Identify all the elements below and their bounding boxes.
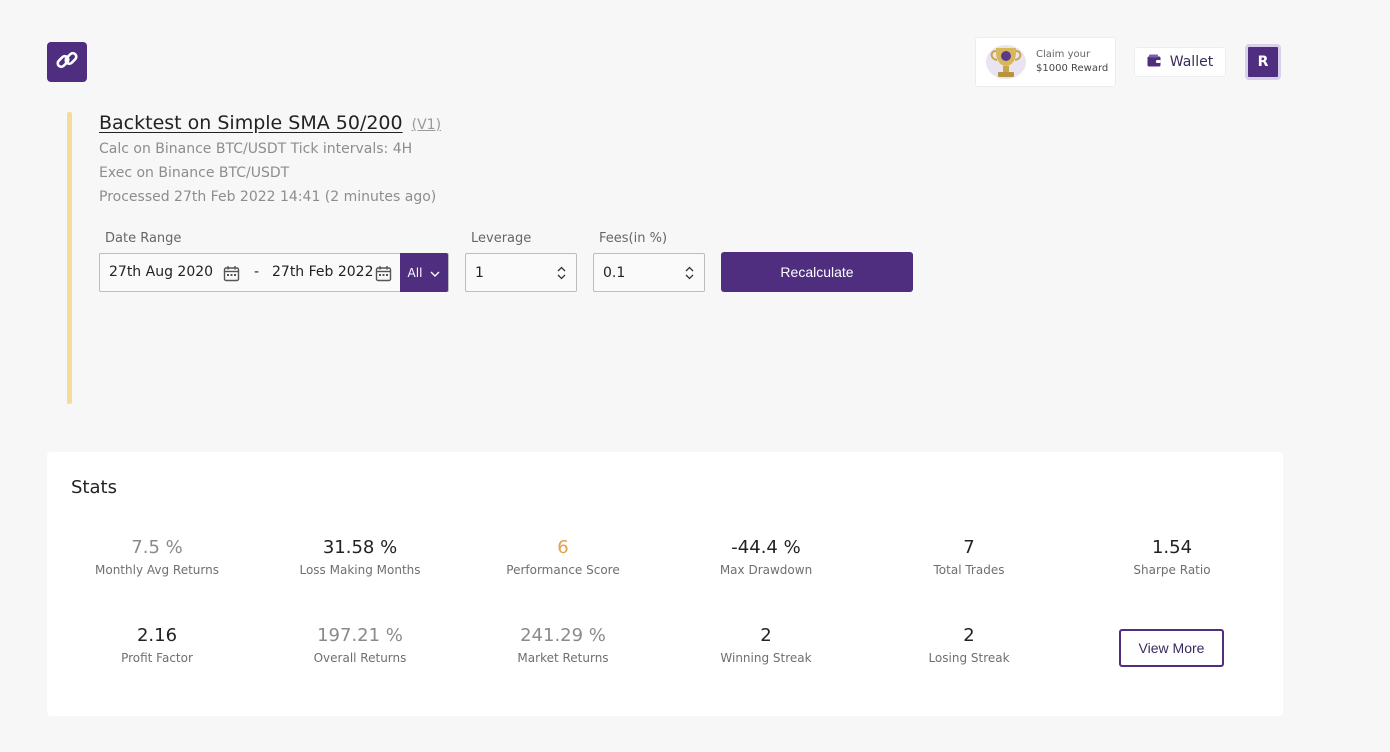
- exec-info: Exec on Binance BTC/USDT: [99, 165, 290, 181]
- stat-loss-making-months: 31.58 % Loss Making Months: [260, 537, 460, 577]
- stat-value: 7.5 %: [131, 537, 183, 558]
- stat-label: Losing Streak: [928, 651, 1010, 665]
- spin-up-icon[interactable]: [557, 266, 566, 272]
- view-more-button[interactable]: View More: [1119, 629, 1224, 667]
- claim-reward-banner[interactable]: Claim your $1000 Reward: [975, 37, 1116, 87]
- fees-value: 0.1: [603, 264, 626, 281]
- stat-label: Monthly Avg Returns: [95, 563, 219, 577]
- stat-monthly-avg-returns: 7.5 % Monthly Avg Returns: [57, 537, 257, 577]
- calc-info: Calc on Binance BTC/USDT Tick intervals:…: [99, 141, 413, 157]
- calendar-icon[interactable]: [223, 265, 240, 282]
- spin-down-icon[interactable]: [557, 274, 566, 280]
- stat-overall-returns: 197.21 % Overall Returns: [260, 625, 460, 665]
- stat-value: 2: [760, 625, 772, 646]
- stat-label: Loss Making Months: [299, 563, 421, 577]
- end-date-input[interactable]: 27th Feb 2022: [272, 264, 374, 280]
- backtest-title-link[interactable]: Backtest on Simple SMA 50/200: [99, 112, 403, 134]
- recalculate-button[interactable]: Recalculate: [721, 252, 913, 292]
- stat-market-returns: 241.29 % Market Returns: [463, 625, 663, 665]
- stat-label: Sharpe Ratio: [1133, 563, 1211, 577]
- range-preset-select[interactable]: All: [400, 253, 448, 292]
- leverage-value: 1: [475, 264, 484, 281]
- fees-label: Fees(in %): [599, 231, 668, 246]
- user-avatar[interactable]: R: [1245, 44, 1281, 80]
- page: Claim your $1000 Reward Wallet R Backtes…: [0, 0, 1390, 752]
- stat-label: Overall Returns: [313, 651, 407, 665]
- stat-label: Profit Factor: [121, 651, 193, 665]
- processed-info: Processed 27th Feb 2022 14:41 (2 minutes…: [99, 189, 437, 205]
- leverage-label: Leverage: [471, 231, 532, 246]
- fees-input[interactable]: 0.1: [593, 253, 705, 292]
- version-link[interactable]: (V1): [412, 117, 441, 133]
- stat-value: -44.4 %: [731, 537, 801, 558]
- stat-value: 2: [963, 625, 975, 646]
- start-date-input[interactable]: 27th Aug 2020: [109, 264, 213, 280]
- date-range-picker: 27th Aug 2020 - 27th Feb 2022 All: [99, 253, 449, 292]
- spin-up-icon[interactable]: [685, 266, 694, 272]
- wallet-icon: [1147, 54, 1161, 71]
- stat-sharpe-ratio: 1.54 Sharpe Ratio: [1072, 537, 1272, 577]
- stats-card: Stats 7.5 % Monthly Avg Returns 31.58 % …: [47, 452, 1283, 716]
- stat-profit-factor: 2.16 Profit Factor: [57, 625, 257, 665]
- calendar-icon[interactable]: [375, 265, 392, 282]
- wallet-button[interactable]: Wallet: [1134, 47, 1226, 77]
- chain-link-icon: [54, 47, 80, 77]
- stat-label: Market Returns: [517, 651, 609, 665]
- stat-value: 31.58 %: [322, 537, 398, 558]
- trophy-icon: [984, 42, 1028, 82]
- stat-winning-streak: 2 Winning Streak: [666, 625, 866, 665]
- stat-value: 2.16: [136, 625, 178, 646]
- number-spinner[interactable]: [685, 266, 694, 280]
- stat-label: Max Drawdown: [719, 563, 813, 577]
- stat-value: 7: [963, 537, 975, 558]
- range-preset-value: All: [407, 265, 423, 280]
- date-separator: -: [254, 264, 260, 280]
- stats-title: Stats: [71, 477, 117, 498]
- stat-performance-score: 6 Performance Score: [463, 537, 663, 577]
- app-logo[interactable]: [47, 42, 87, 82]
- stat-label: Total Trades: [933, 563, 1005, 577]
- date-range-label: Date Range: [105, 231, 182, 246]
- reward-line1: Claim your: [1036, 49, 1091, 60]
- stat-max-drawdown: -44.4 % Max Drawdown: [666, 537, 866, 577]
- stat-value: 197.21 %: [317, 625, 403, 646]
- stat-total-trades: 7 Total Trades: [869, 537, 1069, 577]
- chevron-down-icon: [430, 266, 440, 280]
- stat-losing-streak: 2 Losing Streak: [869, 625, 1069, 665]
- leverage-input[interactable]: 1: [465, 253, 577, 292]
- stat-label: Performance Score: [506, 563, 620, 577]
- stat-value: 6: [557, 537, 569, 558]
- stat-value: 1.54: [1151, 537, 1193, 558]
- wallet-label: Wallet: [1169, 54, 1214, 70]
- number-spinner[interactable]: [557, 266, 566, 280]
- stat-value: 241.29 %: [520, 625, 606, 646]
- spin-down-icon[interactable]: [685, 274, 694, 280]
- reward-amount: $1000 Reward: [1036, 63, 1109, 74]
- backtest-title-row: Backtest on Simple SMA 50/200 (V1): [99, 112, 441, 134]
- stat-label: Winning Streak: [720, 651, 812, 665]
- accent-bar: [67, 112, 72, 404]
